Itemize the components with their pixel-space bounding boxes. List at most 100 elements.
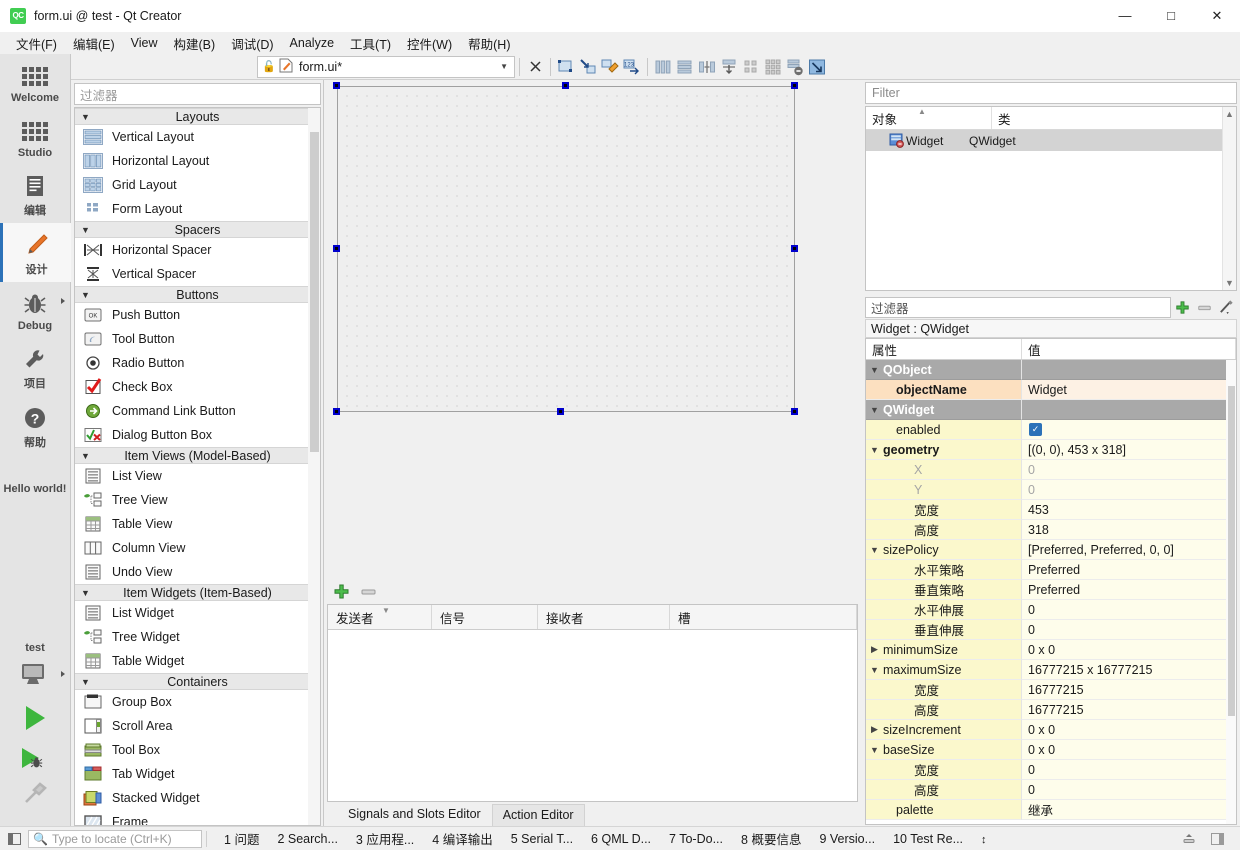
- property-row-basesize-width[interactable]: 宽度 0: [866, 760, 1236, 780]
- widget-item-tree-view[interactable]: Tree View: [75, 488, 320, 512]
- property-editor-configure-button[interactable]: [1215, 297, 1237, 318]
- property-value[interactable]: 16777215 x 16777215: [1028, 663, 1152, 677]
- widget-item-list-widget[interactable]: List Widget: [75, 601, 320, 625]
- object-inspector-filter-input[interactable]: Filter: [865, 82, 1237, 104]
- column-header-receiver[interactable]: 接收者: [538, 605, 670, 629]
- widget-item-horizontal-layout[interactable]: Horizontal Layout: [75, 149, 320, 173]
- widget-item-grid-layout[interactable]: Grid Layout: [75, 173, 320, 197]
- mode-button-welcome[interactable]: Welcome: [0, 54, 71, 109]
- open-documents-combobox[interactable]: 🔓 form.ui* ▼: [257, 55, 515, 78]
- menu-debug[interactable]: 调试(D): [223, 32, 281, 55]
- mode-button-debug[interactable]: Debug: [0, 282, 71, 337]
- property-value[interactable]: 0: [1028, 783, 1035, 797]
- chevron-right-icon[interactable]: ▶: [866, 724, 883, 735]
- menu-tools[interactable]: 工具(T): [342, 32, 399, 55]
- widget-category-containers[interactable]: ▼ Containers: [75, 673, 320, 690]
- object-tree-row-widget[interactable]: Widget QWidget: [866, 130, 1236, 151]
- resize-handle-bottom-right[interactable]: [791, 408, 798, 415]
- output-pane-todo[interactable]: 7 To-Do...: [660, 830, 732, 848]
- widget-item-stacked-widget[interactable]: Stacked Widget: [75, 786, 320, 810]
- chevron-down-icon[interactable]: ▼: [866, 665, 883, 675]
- property-value[interactable]: [Preferred, Preferred, 0, 0]: [1028, 543, 1174, 557]
- property-row-objectname[interactable]: objectName Widget: [866, 380, 1236, 400]
- property-row-maximumsize-height[interactable]: 高度 16777215: [866, 700, 1236, 720]
- widget-item-tab-widget[interactable]: Tab Widget: [75, 762, 320, 786]
- column-header-class[interactable]: 类: [992, 107, 1236, 129]
- remove-dynamic-property-button[interactable]: [1193, 297, 1215, 318]
- property-row-vertical-stretch[interactable]: 垂直伸展 0: [866, 620, 1236, 640]
- tab-signals-and-slots-editor[interactable]: Signals and Slots Editor: [337, 803, 492, 826]
- column-header-value[interactable]: 值: [1022, 339, 1236, 359]
- widget-item-horizontal-spacer[interactable]: Horizontal Spacer: [75, 238, 320, 262]
- output-pane-qml-debugger[interactable]: 6 QML D...: [582, 830, 660, 848]
- output-pane-test-results[interactable]: 10 Test Re...: [884, 830, 972, 848]
- chevron-right-icon[interactable]: ▶: [866, 644, 883, 655]
- property-value[interactable]: 0: [1028, 483, 1035, 497]
- property-table[interactable]: 属性 值 ▼ QObject objectName Widget ▼ QWidg…: [865, 338, 1237, 825]
- resize-handle-top-left[interactable]: [333, 82, 340, 89]
- property-row-geometry-width[interactable]: 宽度 453: [866, 500, 1236, 520]
- add-connection-button[interactable]: [333, 583, 350, 603]
- widget-item-tree-widget[interactable]: Tree Widget: [75, 625, 320, 649]
- property-value[interactable]: [(0, 0), 453 x 318]: [1028, 443, 1126, 457]
- enabled-checkbox[interactable]: ✓: [1029, 423, 1042, 436]
- property-value[interactable]: Widget: [1028, 383, 1067, 397]
- mode-button-studio[interactable]: Studio: [0, 109, 71, 164]
- output-pane-search[interactable]: 2 Search...: [268, 830, 346, 848]
- widget-item-frame[interactable]: Frame: [75, 810, 320, 825]
- property-row-basesize-height[interactable]: 高度 0: [866, 780, 1236, 800]
- widget-item-undo-view[interactable]: Undo View: [75, 560, 320, 584]
- property-filter-input[interactable]: 过滤器: [865, 296, 1171, 318]
- remove-connection-button[interactable]: [360, 583, 377, 603]
- property-value[interactable]: 0 x 0: [1028, 743, 1055, 757]
- resize-handle-bottom-left[interactable]: [333, 408, 340, 415]
- menu-build[interactable]: 构建(B): [166, 32, 224, 55]
- edit-buddies-button[interactable]: [599, 56, 621, 78]
- menu-file[interactable]: 文件(F): [8, 32, 65, 55]
- layout-horizontally-button[interactable]: [652, 56, 674, 78]
- minimize-button[interactable]: —: [1102, 0, 1148, 32]
- menu-help[interactable]: 帮助(H): [460, 32, 518, 55]
- widget-box-scrollbar[interactable]: [308, 108, 320, 825]
- toggle-right-sidebar-button[interactable]: [1206, 829, 1228, 849]
- layout-splitter-vertical-button[interactable]: [718, 56, 740, 78]
- widget-category-layouts[interactable]: ▼ Layouts: [75, 108, 320, 125]
- output-pane-serial-terminal[interactable]: 5 Serial T...: [502, 830, 582, 848]
- scrollbar-thumb[interactable]: [310, 132, 319, 452]
- column-header-sender[interactable]: 发送者 ▼: [328, 605, 432, 629]
- menu-analyze[interactable]: Analyze: [282, 34, 342, 52]
- property-row-geometry-x[interactable]: X 0: [866, 460, 1236, 480]
- property-table-scrollbar[interactable]: [1226, 360, 1236, 824]
- minimize-output-pane-button[interactable]: [1178, 829, 1200, 849]
- property-value[interactable]: 16777215: [1028, 683, 1084, 697]
- toggle-left-sidebar-button[interactable]: [0, 832, 28, 845]
- mode-button-projects[interactable]: 项目: [0, 337, 71, 396]
- mode-button-design[interactable]: 设计: [0, 223, 71, 282]
- output-pane-summary[interactable]: 8 概要信息: [732, 827, 810, 850]
- form-editor-canvas[interactable]: [325, 80, 860, 582]
- output-pane-compile-output[interactable]: 4 编译输出: [423, 827, 501, 850]
- chevron-down-icon[interactable]: ▼: [866, 405, 883, 415]
- widget-item-check-box[interactable]: Check Box: [75, 375, 320, 399]
- object-tree-scrollbar[interactable]: ▲ ▼: [1222, 107, 1236, 290]
- output-pane-more-button[interactable]: ↕: [972, 830, 996, 848]
- widget-item-tool-button[interactable]: Tool Button: [75, 327, 320, 351]
- run-button[interactable]: [0, 692, 71, 740]
- chevron-down-icon[interactable]: ▼: [866, 745, 883, 755]
- column-header-slot[interactable]: 槽: [670, 605, 857, 629]
- resize-handle-top-right[interactable]: [791, 82, 798, 89]
- widget-item-push-button[interactable]: OK Push Button: [75, 303, 320, 327]
- property-group-qobject[interactable]: ▼ QObject: [866, 360, 1236, 380]
- unlocked-icon[interactable]: 🔓: [262, 60, 276, 73]
- tab-action-editor[interactable]: Action Editor: [491, 804, 585, 826]
- property-row-palette[interactable]: palette 继承: [866, 800, 1236, 820]
- edit-tab-order-button[interactable]: 123: [621, 56, 643, 78]
- property-row-basesize[interactable]: ▼ baseSize 0 x 0: [866, 740, 1236, 760]
- widget-item-column-view[interactable]: Column View: [75, 536, 320, 560]
- column-header-property[interactable]: 属性: [866, 339, 1022, 359]
- widget-box-list[interactable]: ▼ Layouts Vertical Layout Horizontal Lay…: [74, 107, 321, 826]
- output-pane-issues[interactable]: 1 问题: [215, 827, 268, 850]
- widget-item-command-link-button[interactable]: Command Link Button: [75, 399, 320, 423]
- property-row-geometry-y[interactable]: Y 0: [866, 480, 1236, 500]
- break-layout-button[interactable]: [784, 56, 806, 78]
